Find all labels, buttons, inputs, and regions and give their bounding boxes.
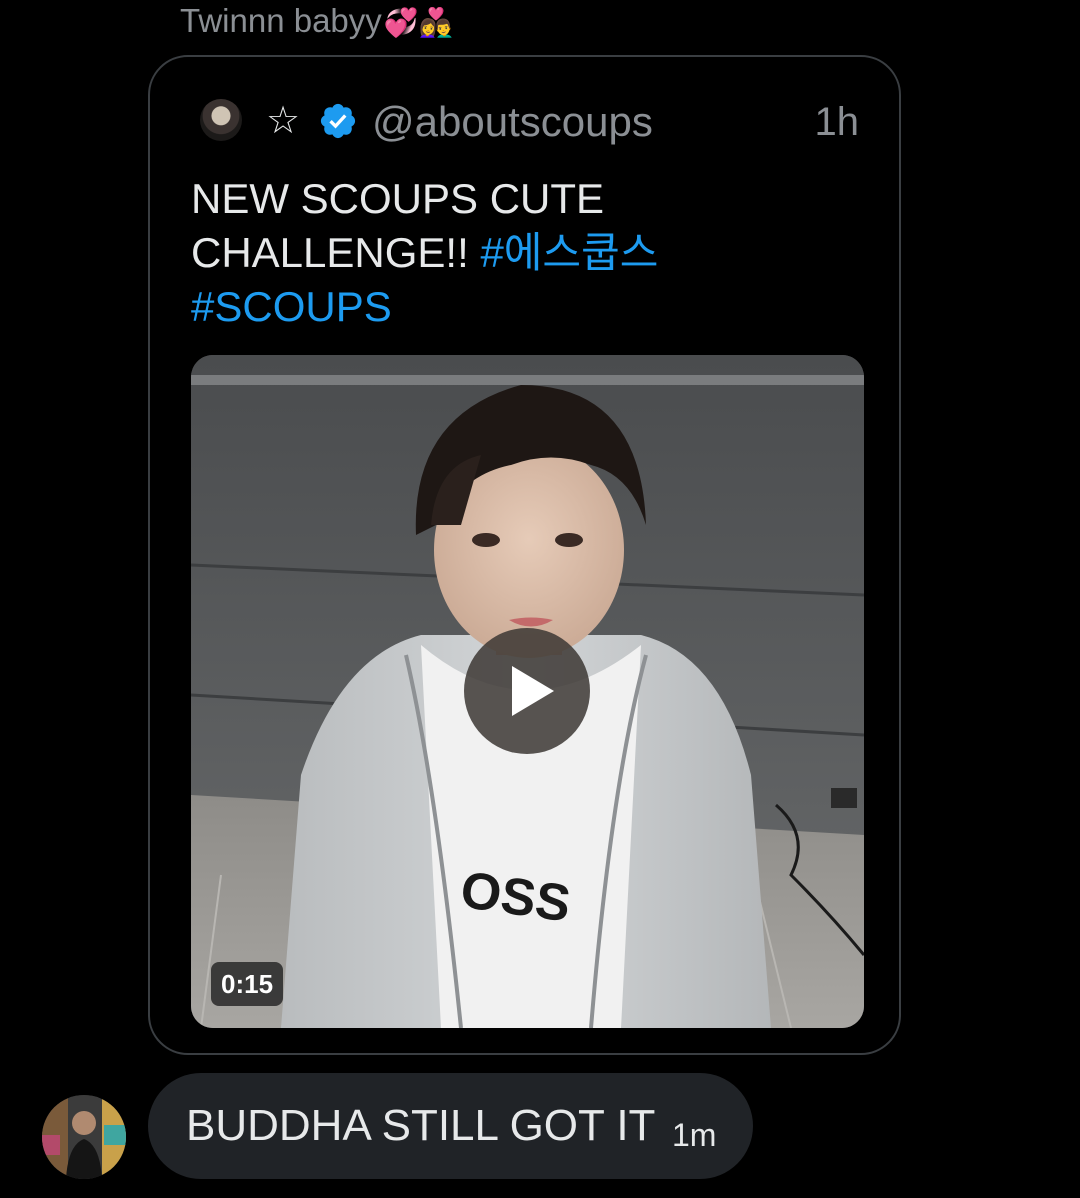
reply-text: BUDDHA STILL GOT IT (186, 1101, 656, 1150)
hashtag-link[interactable]: #에스쿱스 (480, 229, 658, 276)
play-button[interactable] (464, 628, 590, 754)
post-text: NEW SCOUPS CUTE CHALLENGE!! #에스쿱스 #SCOUP… (191, 172, 711, 334)
post-timestamp: 1h (814, 100, 860, 144)
quoted-post-header: ☆ @aboutscoups 1h (200, 97, 859, 147)
video-thumbnail[interactable]: OSS 0:15 (191, 355, 864, 1028)
message-caption: Twinnn babyy💞👩‍❤️‍👨 (180, 2, 454, 40)
author-avatar[interactable] (200, 99, 242, 141)
quoted-post-card[interactable]: ☆ @aboutscoups 1h NEW SCOUPS CUTE CHALLE… (148, 55, 901, 1055)
video-duration-badge: 0:15 (211, 962, 284, 1006)
reply-avatar[interactable] (42, 1095, 126, 1179)
hashtag-link[interactable]: #SCOUPS (191, 283, 392, 330)
reply-timestamp: 1m (672, 1117, 717, 1153)
reply-bubble[interactable]: BUDDHA STILL GOT IT 1m (148, 1073, 753, 1179)
verified-badge-icon (320, 103, 356, 139)
caption-emoji: 💞👩‍❤️‍👨 (383, 6, 454, 39)
play-icon (512, 666, 554, 716)
caption-text: Twinnn babyy (180, 2, 382, 39)
star-icon: ☆ (266, 98, 301, 142)
reply-avatar-image (42, 1095, 126, 1179)
reply-message-row: BUDDHA STILL GOT IT 1m (42, 1073, 762, 1181)
author-handle[interactable]: @aboutscoups (372, 97, 653, 147)
